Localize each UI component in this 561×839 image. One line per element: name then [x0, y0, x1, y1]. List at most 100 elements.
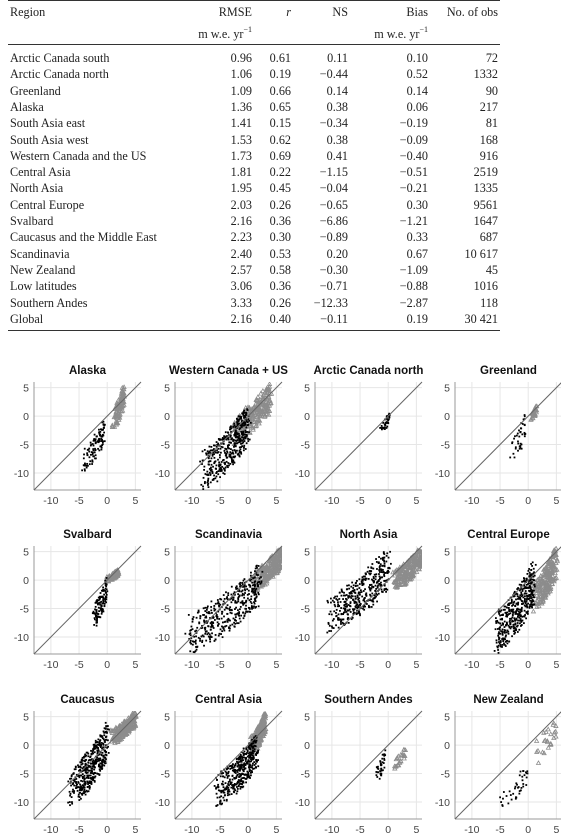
data-point-negative	[244, 437, 247, 440]
data-point-negative	[499, 622, 502, 625]
data-point-negative	[382, 569, 384, 571]
data-point-negative	[511, 613, 514, 616]
data-point-negative	[224, 625, 226, 628]
cell-bias: −0.88	[399, 279, 428, 294]
data-point-negative	[530, 569, 533, 571]
data-point-negative	[514, 435, 516, 438]
data-point-negative	[356, 584, 359, 587]
data-point-negative	[346, 613, 349, 616]
data-point-negative	[373, 580, 375, 583]
data-point-negative	[519, 615, 522, 618]
data-point-negative	[508, 640, 511, 643]
data-point-negative	[239, 785, 242, 788]
data-point-negative	[227, 783, 230, 785]
data-point-negative	[222, 472, 225, 475]
data-point-negative	[231, 766, 234, 769]
data-point-negative	[227, 787, 230, 789]
data-point-negative	[494, 628, 497, 631]
data-point-negative	[515, 782, 518, 785]
data-point-negative	[255, 739, 258, 742]
data-point-negative	[90, 753, 93, 755]
x-tick-label: -10	[184, 659, 199, 671]
data-point-negative	[226, 792, 229, 795]
cell-r: 0.66	[269, 83, 291, 98]
data-point-negative	[96, 617, 98, 620]
data-point-negative	[517, 442, 520, 445]
data-point-negative	[234, 768, 236, 771]
x-tick-label: -10	[324, 824, 339, 836]
data-point-negative	[83, 453, 85, 456]
data-point-negative	[250, 595, 253, 598]
data-point-negative	[505, 631, 508, 634]
y-tick-label: 0	[304, 740, 310, 752]
data-point-negative	[200, 483, 203, 486]
data-point-negative	[242, 611, 245, 614]
data-point-negative	[334, 595, 337, 598]
data-point-negative	[518, 790, 521, 792]
data-point-negative	[335, 624, 337, 627]
data-point-negative	[226, 451, 229, 454]
data-point-negative	[222, 626, 225, 629]
data-point-negative	[503, 626, 506, 628]
data-point-negative	[240, 767, 242, 770]
data-point-negative	[247, 589, 250, 592]
data-point-negative	[497, 634, 500, 637]
data-point-negative	[99, 746, 102, 749]
data-point-negative	[383, 562, 386, 565]
data-point-negative	[523, 615, 526, 618]
data-point-negative	[102, 597, 105, 600]
data-point-negative	[211, 453, 214, 456]
data-point-negative	[102, 427, 105, 429]
data-point-negative	[94, 457, 97, 460]
data-point-negative	[338, 598, 341, 600]
data-point-negative	[522, 622, 525, 625]
data-point-negative	[242, 785, 245, 788]
data-point-negative	[381, 564, 384, 567]
data-point-negative	[92, 764, 95, 767]
data-point-negative	[221, 621, 224, 624]
table-row: Caucasus and the Middle East 2.23 0.30 −0.8…	[8, 229, 500, 245]
data-point-negative	[214, 451, 217, 454]
data-point-negative	[385, 421, 388, 423]
data-point-negative	[384, 424, 387, 426]
data-point-negative	[354, 584, 357, 587]
data-point-negative	[207, 480, 209, 482]
data-point-negative	[78, 769, 80, 772]
data-point-negative	[527, 587, 529, 589]
data-point-negative	[202, 607, 205, 610]
data-point-negative	[497, 611, 500, 613]
data-point-negative	[361, 582, 364, 585]
data-point-negative	[219, 447, 222, 450]
panel-arctic-canada-north: Arctic Canada north-10 -5 0 5-10-505	[295, 365, 424, 507]
data-point-negative	[381, 590, 384, 593]
table-row: Global 2.16 0.40 −0.11 0.19 30 421	[8, 311, 500, 327]
data-point-negative	[210, 626, 212, 628]
cell-region: Greenland	[10, 83, 61, 98]
data-point-negative	[227, 444, 230, 446]
data-point-negative	[244, 767, 246, 770]
data-point-negative	[247, 754, 250, 757]
data-point-negative	[249, 421, 252, 424]
data-point-negative	[506, 606, 508, 609]
data-point-negative	[257, 584, 259, 586]
data-point-negative	[215, 787, 217, 790]
data-point-negative	[226, 612, 229, 615]
data-point-negative	[94, 762, 97, 765]
data-point-negative	[211, 612, 213, 614]
data-point-negative	[366, 570, 369, 573]
one-to-one-line	[33, 545, 142, 655]
data-point-negative	[240, 425, 243, 427]
data-point-negative	[380, 424, 383, 427]
data-point-negative	[519, 427, 522, 430]
data-point-negative	[380, 588, 383, 591]
data-point-negative	[88, 774, 91, 777]
data-point-negative	[370, 599, 373, 602]
data-point-negative	[338, 591, 341, 594]
data-point-negative	[77, 766, 80, 769]
one-to-one-line	[454, 382, 561, 491]
data-point-negative	[257, 765, 260, 768]
cell-r: 0.26	[269, 197, 291, 212]
data-point-negative	[101, 441, 104, 444]
data-point-negative	[101, 444, 103, 447]
data-point-negative	[330, 630, 332, 632]
